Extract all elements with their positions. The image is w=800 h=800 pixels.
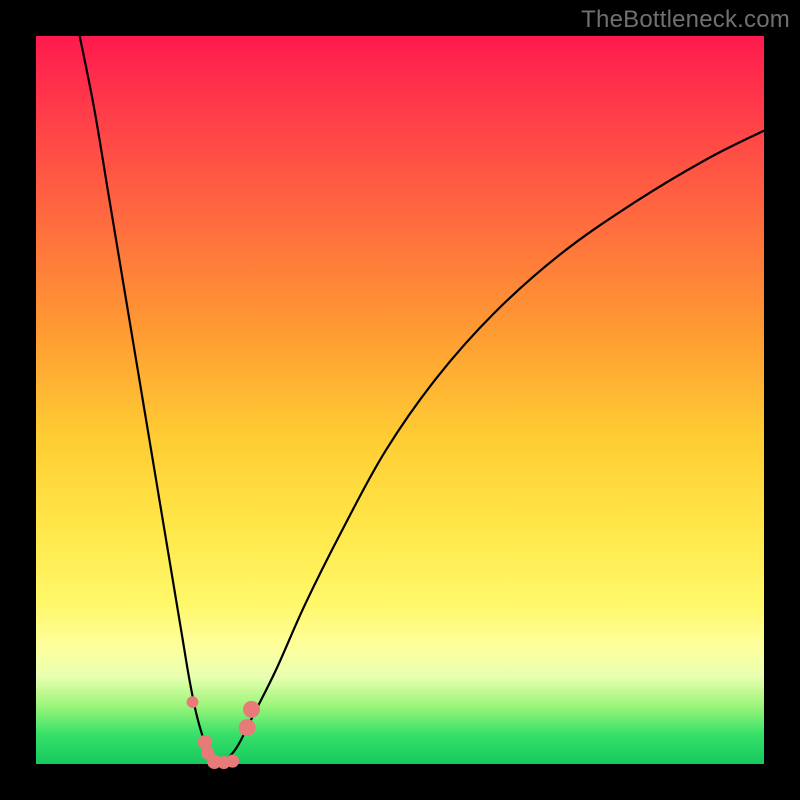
data-marker [226, 755, 239, 768]
data-marker [239, 719, 256, 736]
chart-svg [36, 36, 764, 764]
chart-frame: TheBottleneck.com [0, 0, 800, 800]
curve-right [218, 131, 764, 764]
markers-group [187, 696, 260, 769]
watermark-text: TheBottleneck.com [581, 6, 790, 34]
curve-left [80, 36, 218, 764]
data-marker [187, 696, 199, 708]
chart-plot-area [36, 36, 764, 764]
data-marker [243, 701, 260, 718]
